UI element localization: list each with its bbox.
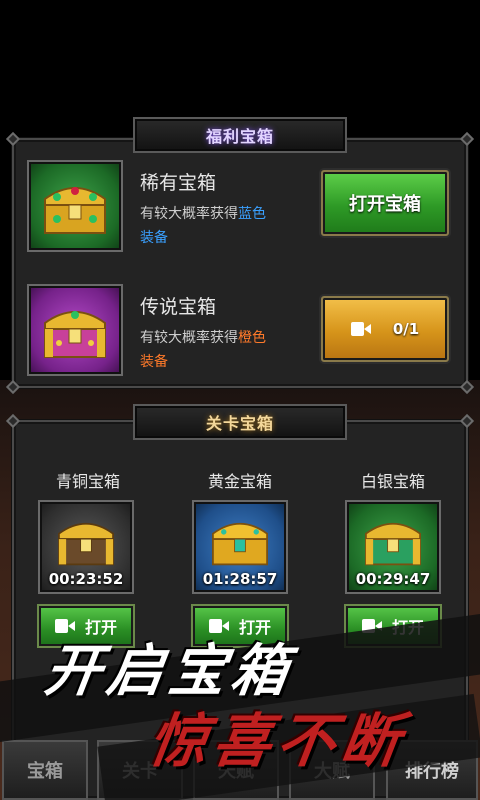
open-rare-chest-button[interactable]: 打开宝箱 xyxy=(321,170,449,236)
video-progress-label: 0/1 xyxy=(392,320,420,338)
rare-chest-icon xyxy=(27,160,123,252)
tab-chest[interactable]: 宝箱 xyxy=(2,740,88,800)
open-chest-label: 打开宝箱 xyxy=(349,194,421,215)
bronze-chest-timer: 00:23:52 xyxy=(48,570,124,588)
legendary-chest-name: 传说宝箱 xyxy=(140,296,217,318)
welfare-section-title: 福利宝箱 xyxy=(133,117,347,153)
bronze-chest-label: 青铜宝箱 xyxy=(55,472,120,491)
stage-section-title: 关卡宝箱 xyxy=(133,404,347,440)
promo-subheadline: 惊喜不断 xyxy=(144,707,411,775)
gold-chest-label: 黄金宝箱 xyxy=(207,472,272,491)
video-camera-icon xyxy=(350,322,371,336)
silver-chest-timer: 00:29:47 xyxy=(355,570,431,588)
open-silver-chest-button[interactable]: 打开 xyxy=(344,604,442,648)
rare-chest-description: 有较大概率获得蓝色 装备 xyxy=(140,202,310,250)
watch-video-open-button[interactable]: 0/1 xyxy=(321,296,449,362)
description-text: 有较大概率获得 xyxy=(140,330,238,346)
corner-ornament xyxy=(459,131,475,147)
silver-chest-icon[interactable]: 00:29:47 xyxy=(345,500,441,594)
equipment-text: 装备 xyxy=(140,230,168,246)
legendary-quality-text: 橙色 xyxy=(238,330,266,346)
corner-ornament xyxy=(5,131,21,147)
rare-chest-name: 稀有宝箱 xyxy=(140,172,217,194)
legendary-chest-description: 有较大概率获得橙色 装备 xyxy=(140,326,310,374)
open-label: 打开 xyxy=(391,618,424,637)
rare-quality-text: 蓝色 xyxy=(238,206,266,222)
description-text: 有较大概率获得 xyxy=(140,206,238,222)
legendary-chest-icon xyxy=(27,284,123,376)
silver-chest-label: 白银宝箱 xyxy=(360,472,425,491)
gold-chest-icon[interactable]: 01:28:57 xyxy=(192,500,288,594)
bronze-chest-icon[interactable]: 00:23:52 xyxy=(38,500,134,594)
equipment-text: 装备 xyxy=(140,354,168,370)
gold-chest-timer: 01:28:57 xyxy=(202,570,278,588)
video-camera-icon xyxy=(361,619,382,633)
